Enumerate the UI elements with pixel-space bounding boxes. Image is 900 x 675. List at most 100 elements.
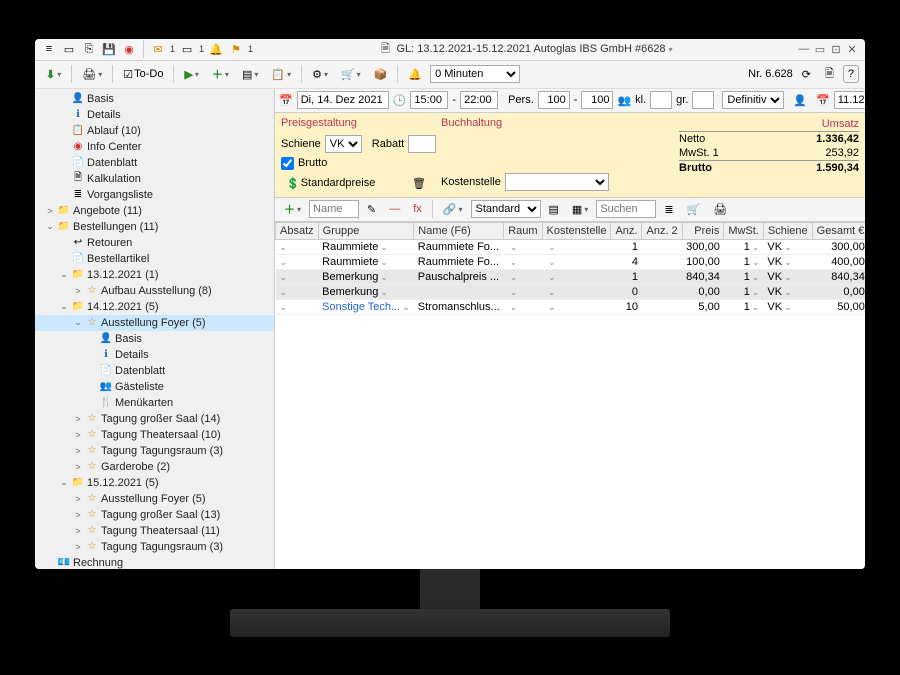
tree-node[interactable]: ℹDetails: [35, 347, 274, 363]
col-header[interactable]: Preis: [682, 222, 724, 239]
tree-node[interactable]: 👤Basis: [35, 331, 274, 347]
delete-button[interactable]: 🗑: [407, 174, 431, 193]
maximize-button[interactable]: ⊡: [829, 43, 843, 56]
expand-icon[interactable]: >: [73, 510, 83, 520]
refresh-button[interactable]: ⟳: [797, 65, 816, 84]
mail-icon[interactable]: ✉: [150, 41, 166, 57]
expand-icon[interactable]: >: [73, 414, 83, 424]
nav-date-input[interactable]: [834, 91, 865, 109]
tree-node[interactable]: ⌄☆Ausstellung Foyer (5): [35, 315, 274, 331]
cart-button[interactable]: 🛒: [336, 65, 366, 84]
rabatt-input[interactable]: [408, 135, 436, 153]
col-header[interactable]: Gesamt €: [812, 222, 865, 239]
chevron-down-icon[interactable]: ▾: [669, 45, 673, 54]
pers-from-input[interactable]: [538, 91, 570, 109]
pers-to-input[interactable]: [581, 91, 613, 109]
tree-node[interactable]: >☆Aufbau Ausstellung (8): [35, 283, 274, 299]
brutto-checkbox[interactable]: [281, 157, 294, 170]
gear-button[interactable]: ⚙: [307, 65, 333, 84]
tree-node[interactable]: >☆Garderobe (2): [35, 459, 274, 475]
tree-node[interactable]: ◉Info Center: [35, 139, 274, 155]
play-button[interactable]: ▶: [179, 65, 203, 84]
tree-node[interactable]: >☆Tagung Theatersaal (11): [35, 523, 274, 539]
restore-button[interactable]: ▭: [813, 43, 827, 56]
schiene-select[interactable]: VK: [325, 135, 362, 153]
grid-layout-select[interactable]: Standard: [471, 200, 541, 218]
form-button[interactable]: ▤: [237, 65, 263, 84]
clipboard-button[interactable]: 📋: [266, 65, 296, 84]
col-header[interactable]: Name (F6): [414, 222, 504, 239]
minimize-button[interactable]: —: [797, 43, 811, 56]
help-button[interactable]: ?: [843, 65, 859, 83]
user-button[interactable]: 👤: [788, 91, 812, 110]
time-to-input[interactable]: [460, 91, 498, 109]
grid-print-button[interactable]: 🖨: [708, 200, 732, 219]
table-row[interactable]: ⌄ Raummiete Raummiete Fo... 4 100,00 1 V…: [276, 254, 866, 269]
tree-node[interactable]: ⌄📁15.12.2021 (5): [35, 475, 274, 491]
grid-search-input[interactable]: [596, 200, 656, 218]
tree-node[interactable]: 🗎Kalkulation: [35, 171, 274, 187]
expand-icon[interactable]: >: [73, 446, 83, 456]
tree-node[interactable]: >📁Angebote (11): [35, 203, 274, 219]
bell-button[interactable]: 🔔: [403, 65, 427, 84]
target-icon[interactable]: ◉: [121, 41, 137, 57]
time-from-input[interactable]: [410, 91, 448, 109]
stdprice-button[interactable]: 💲 Standardpreise: [281, 174, 380, 193]
expand-icon[interactable]: >: [73, 494, 83, 504]
bell-icon[interactable]: 🔔: [208, 41, 224, 57]
save-icon[interactable]: 💾: [101, 41, 117, 57]
expand-icon[interactable]: ⌄: [59, 477, 69, 488]
close-button[interactable]: ✕: [845, 43, 859, 56]
tree-node[interactable]: 👥Gästeliste: [35, 379, 274, 395]
tree-node[interactable]: 📋Ablauf (10): [35, 123, 274, 139]
tree-node[interactable]: 💶Rechnung: [35, 555, 274, 569]
kl-input[interactable]: [650, 91, 672, 109]
expand-icon[interactable]: >: [73, 526, 83, 536]
expand-icon[interactable]: >: [45, 206, 55, 216]
tree-node[interactable]: >☆Tagung großer Saal (14): [35, 411, 274, 427]
tree-node[interactable]: 📄Bestellartikel: [35, 251, 274, 267]
reminder-select[interactable]: 0 Minuten: [430, 65, 520, 83]
kst-select[interactable]: [505, 173, 609, 191]
tree-node[interactable]: 📄Datenblatt: [35, 155, 274, 171]
expand-icon[interactable]: ⌄: [59, 269, 69, 280]
flag-icon[interactable]: ⚑: [228, 41, 244, 57]
expand-icon[interactable]: ⌄: [45, 221, 55, 232]
tree-node[interactable]: >☆Tagung großer Saal (13): [35, 507, 274, 523]
tree-node[interactable]: >☆Tagung Theatersaal (10): [35, 427, 274, 443]
export-button[interactable]: ⬇: [41, 65, 66, 84]
grid-remove-button[interactable]: —: [384, 200, 405, 218]
tree-node[interactable]: >☆Ausstellung Foyer (5): [35, 491, 274, 507]
col-header[interactable]: Anz.: [611, 222, 642, 239]
tree-node[interactable]: 👤Basis: [35, 91, 274, 107]
grid-rows-button[interactable]: ≣: [659, 200, 678, 219]
grid-add-button[interactable]: ＋: [279, 198, 306, 220]
col-header[interactable]: Anz. 2: [642, 222, 682, 239]
window-icon[interactable]: ▭: [61, 41, 77, 57]
date-input[interactable]: [297, 91, 389, 109]
gr-input[interactable]: [692, 91, 714, 109]
expand-icon[interactable]: >: [73, 462, 83, 472]
print-button[interactable]: 🖨: [77, 65, 107, 84]
note-icon[interactable]: ▭: [179, 41, 195, 57]
expand-icon[interactable]: >: [73, 542, 83, 552]
expand-icon[interactable]: ⌄: [73, 317, 83, 328]
grid-link-button[interactable]: 🔗: [438, 200, 468, 219]
calendar-icon[interactable]: 📅: [279, 92, 293, 108]
col-header[interactable]: Raum: [504, 222, 542, 239]
tree-node[interactable]: ℹDetails: [35, 107, 274, 123]
col-header[interactable]: Gruppe: [318, 222, 414, 239]
table-row[interactable]: ⌄ Sonstige Tech... Stromanschlus... 10 5…: [276, 299, 866, 314]
col-header[interactable]: Kostenstelle: [542, 222, 611, 239]
package-button[interactable]: 📦: [369, 65, 393, 84]
table-row[interactable]: ⌄ Bemerkung 0 0,00 1 VK 0,00: [276, 284, 866, 299]
tree-node[interactable]: ⌄📁14.12.2021 (5): [35, 299, 274, 315]
expand-icon[interactable]: >: [73, 286, 83, 296]
expand-icon[interactable]: >: [73, 430, 83, 440]
grid-edit-button[interactable]: ✎: [362, 200, 381, 219]
tree-node[interactable]: >☆Tagung Tagungsraum (3): [35, 443, 274, 459]
doc-button[interactable]: 🗎: [820, 62, 839, 87]
calendar-nav-icon[interactable]: 📅: [816, 92, 830, 108]
col-header[interactable]: Absatz: [276, 222, 319, 239]
tree-node[interactable]: ≣Vorgangsliste: [35, 187, 274, 203]
